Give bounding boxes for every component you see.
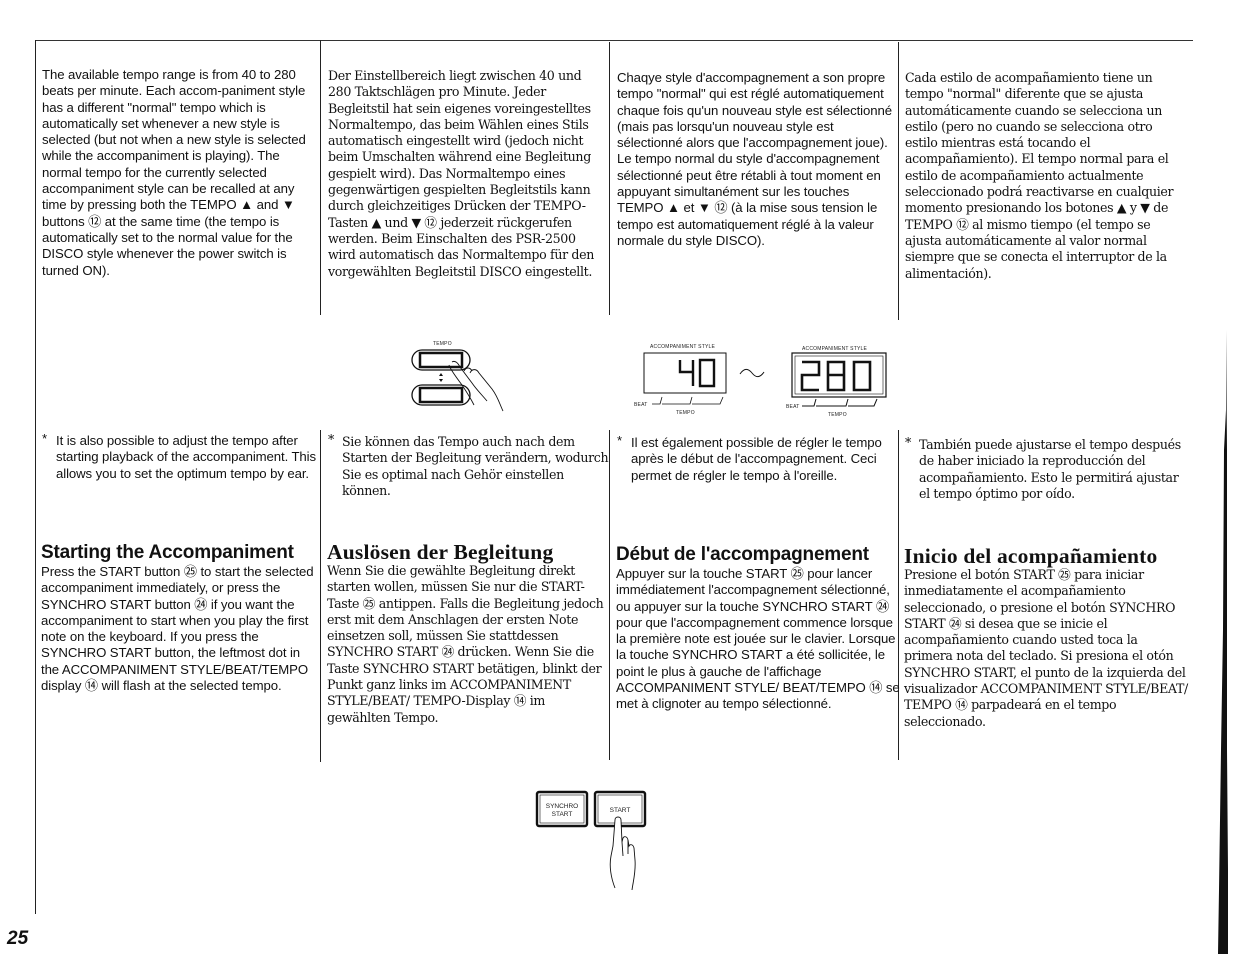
pressing-finger-icon bbox=[609, 816, 636, 891]
intro-spanish-text: Cada estilo de acompañamiento tiene un t… bbox=[905, 70, 1174, 281]
start-buttons-illustration: SYNCHRO START START bbox=[535, 790, 647, 891]
start-body-spanish: Presione el botón START ㉕ para iniciar i… bbox=[904, 567, 1188, 729]
pressing-hand-icon bbox=[448, 360, 504, 412]
note-english-bullet: * bbox=[42, 431, 48, 446]
intro-french: Chaqye style d'accompagnement a son prop… bbox=[617, 70, 897, 249]
range-tilde-icon bbox=[739, 368, 765, 378]
start-body-english: Press the START button ㉕ to start the se… bbox=[41, 564, 314, 694]
intro-english-text: The available tempo range is from 40 to … bbox=[42, 67, 306, 278]
note-french-bullet: * bbox=[617, 433, 623, 448]
note-spanish: * También puede ajustarse el tempo despu… bbox=[905, 435, 1189, 502]
left-rule bbox=[35, 40, 36, 914]
divider-2-top bbox=[609, 42, 610, 315]
note-spanish-bullet: * bbox=[905, 435, 911, 450]
start-body-french: Appuyer sur la touche START ㉕ pour lance… bbox=[616, 566, 900, 712]
lcd-digits-280 bbox=[800, 360, 872, 392]
manual-page: The available tempo range is from 40 to … bbox=[0, 0, 1247, 954]
note-spanish-text: También puede ajustarse el tempo después… bbox=[919, 437, 1181, 501]
start-section-french: Début de l'accompagnement Appuyer sur la… bbox=[616, 544, 901, 713]
note-french: * Il est également possible de régler le… bbox=[617, 433, 896, 484]
top-rule bbox=[35, 40, 1193, 41]
start-heading-spanish: Inicio del acompañamiento bbox=[904, 544, 1158, 568]
up-down-arrow-icon bbox=[439, 373, 443, 382]
intro-french-text: Chaqye style d'accompagnement a son prop… bbox=[617, 70, 892, 248]
start-heading-english: Starting the Accompaniment bbox=[41, 542, 294, 563]
synchro-start-button[interactable]: SYNCHRO START bbox=[535, 790, 589, 828]
note-english: * It is also possible to adjust the temp… bbox=[42, 431, 321, 482]
start-heading-german: Auslösen der Begleitung bbox=[327, 540, 554, 564]
tempo-down-button[interactable] bbox=[411, 384, 471, 406]
start-section-german: Auslösen der Begleitung Wenn Sie die gew… bbox=[327, 541, 607, 726]
divider-1-top bbox=[320, 40, 321, 315]
intro-spanish: Cada estilo de acompañamiento tiene un t… bbox=[905, 70, 1185, 282]
start-body-german: Wenn Sie die gewählte Begleitung direkt … bbox=[327, 563, 604, 725]
divider-3-top bbox=[898, 42, 899, 320]
beat-label-min: BEAT bbox=[634, 402, 648, 408]
intro-german: Der Einstellbereich liegt zwischen 40 un… bbox=[328, 68, 603, 280]
intro-german-text: Der Einstellbereich liegt zwischen 40 un… bbox=[328, 68, 594, 279]
start-button-label: START bbox=[610, 807, 631, 814]
note-german-text: Sie können das Tempo auch nach dem Start… bbox=[342, 434, 609, 498]
start-section-english: Starting the Accompaniment Press the STA… bbox=[41, 542, 316, 694]
display-max-label: ACCOMPANIMENT STYLE bbox=[802, 346, 867, 352]
note-english-text: It is also possible to adjust the tempo … bbox=[56, 433, 316, 481]
binding-edge bbox=[1218, 330, 1228, 954]
tempo-label-min: TEMPO bbox=[676, 410, 695, 416]
start-heading-french: Début de l'accompagnement bbox=[616, 544, 869, 565]
note-french-text: Il est également possible de régler le t… bbox=[631, 435, 882, 483]
tempo-label-max: TEMPO bbox=[828, 412, 847, 418]
synchro-start-label-line2: START bbox=[552, 811, 573, 818]
tempo-up-button[interactable] bbox=[411, 349, 471, 371]
note-german: * Sie können das Tempo auch nach dem Sta… bbox=[328, 432, 612, 499]
tempo-range-displays: ACCOMPANIMENT STYLE BEAT TEMPO ACCOMPANI… bbox=[634, 344, 887, 418]
intro-english: The available tempo range is from 40 to … bbox=[42, 67, 317, 279]
start-section-spanish: Inicio del acompañamiento Presione el bo… bbox=[904, 545, 1189, 730]
synchro-start-label-line1: SYNCHRO bbox=[546, 803, 579, 810]
note-german-bullet: * bbox=[328, 432, 334, 447]
lcd-digits-40 bbox=[678, 358, 716, 388]
beat-label-max: BEAT bbox=[786, 404, 800, 410]
tempo-buttons-illustration: TEMPO bbox=[411, 341, 504, 412]
display-min-label: ACCOMPANIMENT STYLE bbox=[650, 344, 715, 350]
tempo-buttons-label: TEMPO bbox=[433, 341, 452, 347]
page-number: 25 bbox=[7, 928, 29, 949]
